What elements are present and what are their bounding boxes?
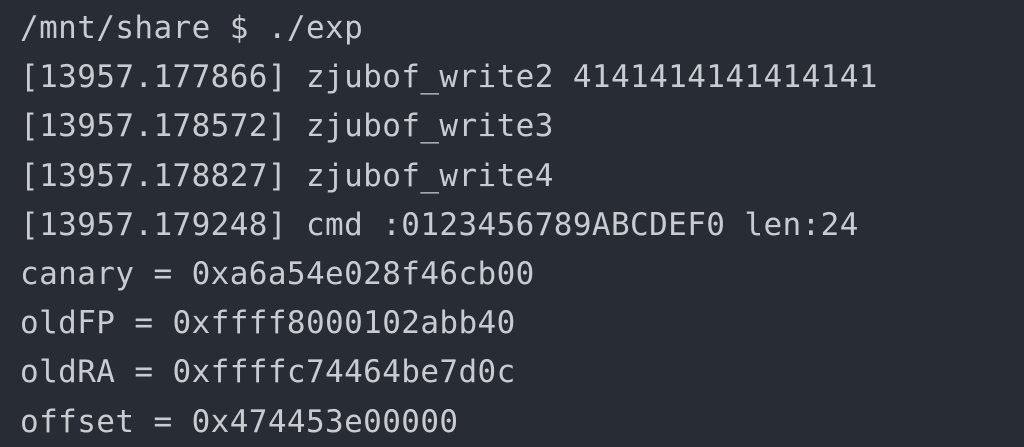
terminal-line: [13957.177866] zjubof_write2 41414141414… [20, 59, 878, 96]
terminal-line: offset = 0x474453e00000 [20, 403, 459, 440]
terminal-line-prompt: /mnt/share $ ./exp [20, 10, 364, 46]
terminal-line: [13957.179248] cmd :0123456789ABCDEF0 le… [20, 206, 859, 243]
terminal-line: [13957.178827] zjubof_write4 [20, 157, 554, 194]
terminal-line: oldFP = 0xffff8000102abb40 [20, 305, 516, 342]
terminal-line: [13957.178572] zjubof_write3 [20, 108, 554, 145]
terminal-output[interactable]: /mnt/share $ ./exp [13957.177866] zjubof… [0, 0, 1024, 443]
terminal-line: canary = 0xa6a54e028f46cb00 [20, 255, 535, 292]
terminal-line: oldRA = 0xffffc74464be7d0c [20, 354, 516, 391]
